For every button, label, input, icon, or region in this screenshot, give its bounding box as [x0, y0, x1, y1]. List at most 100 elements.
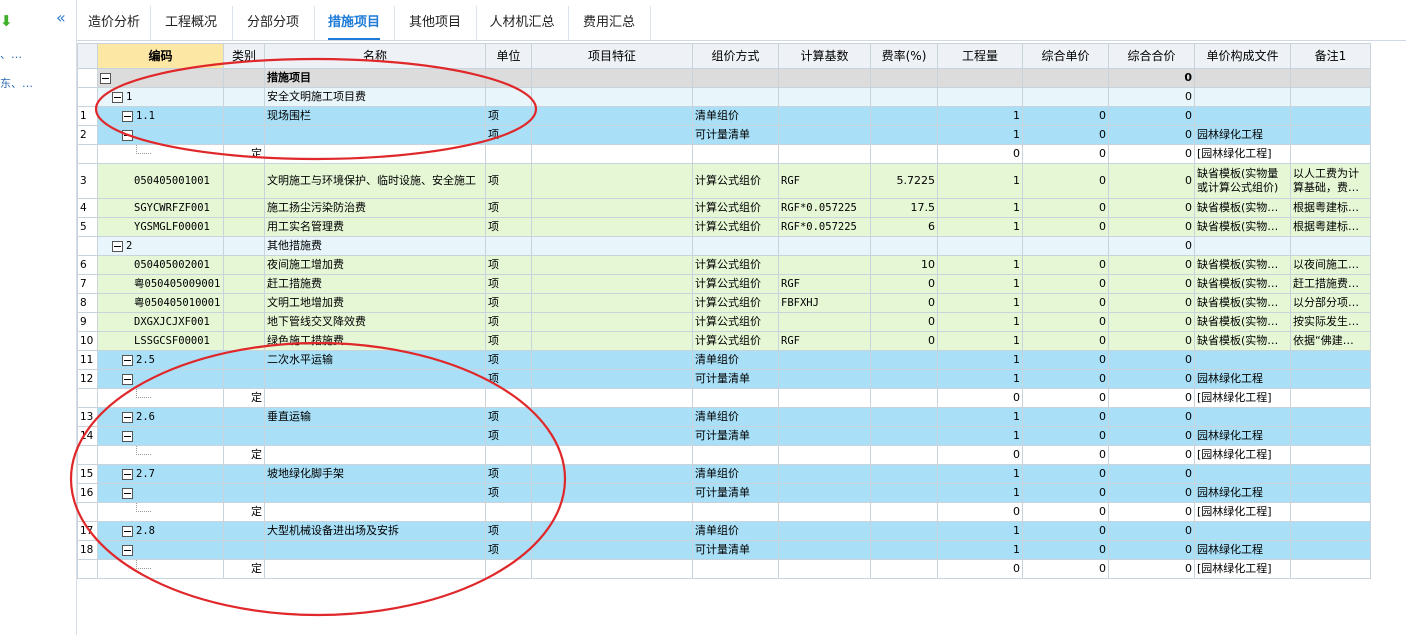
cell-qty[interactable]: 1 — [937, 464, 1023, 484]
cell-file[interactable]: 园林绿化工程 — [1194, 369, 1291, 389]
cell-note[interactable] — [1290, 483, 1371, 503]
cell-note[interactable]: 按实际发生… — [1290, 312, 1371, 332]
cell-feat[interactable] — [531, 521, 693, 541]
cell-code[interactable]: 2.6 — [97, 407, 224, 427]
table-row[interactable]: 16 项可计量清单 1 0 0 园林绿化工程 — [77, 483, 1371, 503]
cell-file[interactable]: 园林绿化工程 — [1194, 125, 1291, 145]
cell-note[interactable] — [1290, 540, 1371, 560]
cell-name[interactable] — [264, 426, 486, 446]
cell-qty[interactable]: 0 — [937, 445, 1023, 465]
cell-rate[interactable] — [870, 540, 938, 560]
cell-uprice[interactable]: 0 — [1022, 106, 1109, 126]
cell-feat[interactable] — [531, 198, 693, 218]
cell-base[interactable] — [778, 236, 871, 256]
cell-file[interactable]: 缺省模板(实物… — [1194, 293, 1291, 313]
table-row[interactable]: 8 粤050405010001 文明工地增加费项计算公式组价 FBFXHJ 0 1 0 0 缺省… — [77, 293, 1371, 313]
cell-uprice[interactable]: 0 — [1022, 125, 1109, 145]
cell-method[interactable] — [692, 559, 779, 579]
cell-unit[interactable]: 项 — [485, 521, 532, 541]
cell-uprice[interactable] — [1022, 87, 1109, 107]
cell-uprice[interactable]: 0 — [1022, 312, 1109, 332]
cell-code[interactable] — [97, 369, 224, 389]
cell-qty[interactable]: 1 — [937, 255, 1023, 275]
cell-uprice[interactable]: 0 — [1022, 274, 1109, 294]
cell-base[interactable] — [778, 540, 871, 560]
cell-note[interactable] — [1290, 426, 1371, 446]
table-row[interactable]: 5 YGSMGLF00001 用工实名管理费项 计算公式组价 RGF*0.057225 6… — [77, 217, 1371, 237]
cell-method[interactable]: 计算公式组价 — [692, 293, 779, 313]
cell-cat[interactable]: 定 — [223, 388, 265, 408]
cell-rate[interactable] — [870, 445, 938, 465]
cell-unit[interactable]: 项 — [485, 483, 532, 503]
cell-uprice[interactable]: 0 — [1022, 331, 1109, 351]
tree-item-1[interactable]: 、… — [0, 46, 22, 62]
cell-qty[interactable]: 0 — [937, 502, 1023, 522]
cell-method[interactable]: 计算公式组价 — [692, 198, 779, 218]
column-header[interactable]: 工程量 — [937, 43, 1023, 69]
cell-uprice[interactable]: 0 — [1022, 255, 1109, 275]
table-row[interactable]: 6 050405002001 夜间施工增加费项计算公式组价 10 1 0 0 缺省模板(实物…… — [77, 255, 1371, 275]
cell-unit[interactable]: 项 — [485, 540, 532, 560]
cell-rate[interactable] — [870, 87, 938, 107]
cell-name[interactable] — [264, 388, 486, 408]
cell-feat[interactable] — [531, 68, 693, 88]
cell-uprice[interactable]: 0 — [1022, 198, 1109, 218]
cell-code[interactable] — [97, 125, 224, 145]
table-row[interactable]: 1 安全文明施工项目费 0 — [77, 87, 1371, 107]
table-row[interactable]: 17 2.8 大型机械设备进出场及安拆项清单组价 1 0 0 — [77, 521, 1371, 541]
table-row[interactable]: 13 2.6 垂直运输项清单组价 1 0 0 — [77, 407, 1371, 427]
cell-name[interactable]: 夜间施工增加费 — [264, 255, 486, 275]
cell-qty[interactable] — [937, 236, 1023, 256]
cell-file[interactable]: 缺省模板(实物量或计算公式组价) — [1194, 163, 1291, 199]
double-chevron-left-icon[interactable]: « — [56, 8, 66, 28]
tree-collapse-icon[interactable] — [122, 373, 133, 385]
cell-qty[interactable]: 1 — [937, 125, 1023, 145]
cell-file[interactable]: [园林绿化工程] — [1194, 388, 1291, 408]
tab-2[interactable]: 分部分项 — [232, 6, 315, 40]
cell-qty[interactable]: 0 — [937, 388, 1023, 408]
cell-note[interactable] — [1290, 502, 1371, 522]
cell-file[interactable]: 缺省模板(实物… — [1194, 274, 1291, 294]
cell-total[interactable]: 0 — [1108, 274, 1195, 294]
cell-rate[interactable] — [870, 483, 938, 503]
cell-name[interactable]: 文明工地增加费 — [264, 293, 486, 313]
cell-feat[interactable] — [531, 163, 693, 199]
cell-feat[interactable] — [531, 125, 693, 145]
cell-rate[interactable] — [870, 559, 938, 579]
cell-rate[interactable] — [870, 521, 938, 541]
cell-file[interactable]: [园林绿化工程] — [1194, 502, 1291, 522]
cell-rate[interactable]: 0 — [870, 274, 938, 294]
cell-method[interactable] — [692, 388, 779, 408]
cell-total[interactable]: 0 — [1108, 426, 1195, 446]
cell-name[interactable]: 坡地绿化脚手架 — [264, 464, 486, 484]
cell-method[interactable]: 计算公式组价 — [692, 217, 779, 237]
cell-cat[interactable] — [223, 255, 265, 275]
cell-unit[interactable]: 项 — [485, 464, 532, 484]
cell-file[interactable]: 缺省模板(实物… — [1194, 331, 1291, 351]
cell-cat[interactable] — [223, 236, 265, 256]
cell-method[interactable]: 清单组价 — [692, 407, 779, 427]
cell-method[interactable]: 清单组价 — [692, 350, 779, 370]
cell-total[interactable]: 0 — [1108, 521, 1195, 541]
cell-code[interactable]: 2.5 — [97, 350, 224, 370]
cell-file[interactable]: [园林绿化工程] — [1194, 445, 1291, 465]
cell-unit[interactable]: 项 — [485, 426, 532, 446]
cell-cat[interactable] — [223, 217, 265, 237]
cell-unit[interactable] — [485, 559, 532, 579]
cell-note[interactable]: 根据粤建标… — [1290, 217, 1371, 237]
cell-code[interactable] — [97, 68, 224, 88]
cell-name[interactable]: 大型机械设备进出场及安拆 — [264, 521, 486, 541]
cell-qty[interactable]: 1 — [937, 483, 1023, 503]
cell-base[interactable] — [778, 68, 871, 88]
cell-method[interactable]: 可计量清单 — [692, 125, 779, 145]
cell-note[interactable]: 依据“佛建… — [1290, 331, 1371, 351]
cell-total[interactable]: 0 — [1108, 369, 1195, 389]
cell-rate[interactable] — [870, 426, 938, 446]
tree-collapse-icon[interactable] — [122, 487, 133, 499]
cell-note[interactable] — [1290, 106, 1371, 126]
cell-base[interactable] — [778, 87, 871, 107]
cell-total[interactable]: 0 — [1108, 217, 1195, 237]
cell-cat[interactable] — [223, 464, 265, 484]
cell-unit[interactable]: 项 — [485, 255, 532, 275]
tree-item-2[interactable]: 东、… — [0, 75, 33, 91]
